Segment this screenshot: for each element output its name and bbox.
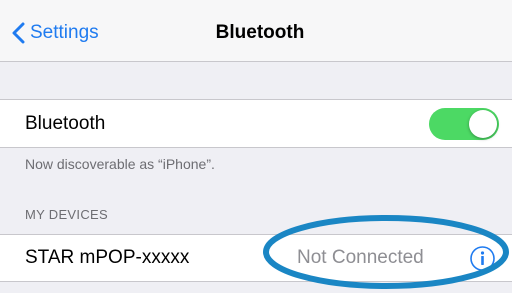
bluetooth-row: Bluetooth [0, 100, 512, 148]
bluetooth-toggle[interactable] [429, 108, 499, 140]
bottom-spacer [0, 282, 512, 293]
section-spacer [0, 62, 512, 100]
navigation-bar: Settings Bluetooth [0, 0, 512, 62]
my-devices-header: MY DEVICES [25, 207, 108, 222]
discoverable-text: Now discoverable as “iPhone”. [25, 156, 215, 172]
device-status: Not Connected [297, 247, 424, 268]
page-title: Bluetooth [215, 22, 305, 43]
info-icon [470, 246, 495, 271]
device-name: STAR mPOP-xxxxx [25, 247, 190, 268]
device-row[interactable]: STAR mPOP-xxxxx Not Connected [0, 236, 512, 282]
toggle-knob [469, 110, 497, 138]
info-button[interactable] [469, 245, 496, 272]
bluetooth-label: Bluetooth [25, 113, 106, 134]
